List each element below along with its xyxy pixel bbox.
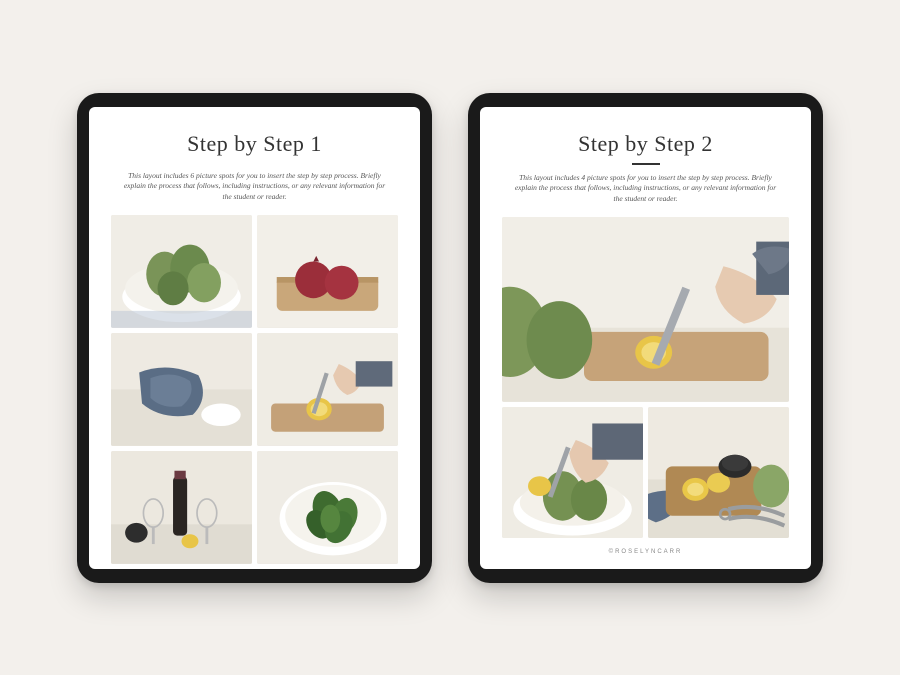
image-pomegranates-board <box>257 215 398 328</box>
page-title: Step by Step 1 <box>111 131 398 157</box>
page-title: Step by Step 2 <box>502 131 789 157</box>
image-cutting-lemon <box>257 333 398 446</box>
image-cloth-table <box>111 333 252 446</box>
image-grid-4 <box>502 217 789 538</box>
image-prep-artichokes <box>502 217 789 402</box>
image-artichokes-bowl <box>111 215 252 328</box>
page-left: Step by Step 1 This layout includes 6 pi… <box>89 107 420 569</box>
image-cutting-artichoke <box>502 407 643 539</box>
image-wine-glasses <box>111 451 252 564</box>
page-description: This layout includes 6 picture spots for… <box>111 171 398 204</box>
image-grid-6 <box>111 215 398 563</box>
image-spinach-bowl <box>257 451 398 564</box>
page-description: This layout includes 4 picture spots for… <box>502 173 789 206</box>
title-divider <box>632 163 660 165</box>
image-lemon-board-tools <box>648 407 789 539</box>
tablet-left: Step by Step 1 This layout includes 6 pi… <box>77 93 432 583</box>
page-footer: ©ROSELYNCARR <box>502 549 789 555</box>
page-right: Step by Step 2 This layout includes 4 pi… <box>480 107 811 569</box>
tablet-right: Step by Step 2 This layout includes 4 pi… <box>468 93 823 583</box>
